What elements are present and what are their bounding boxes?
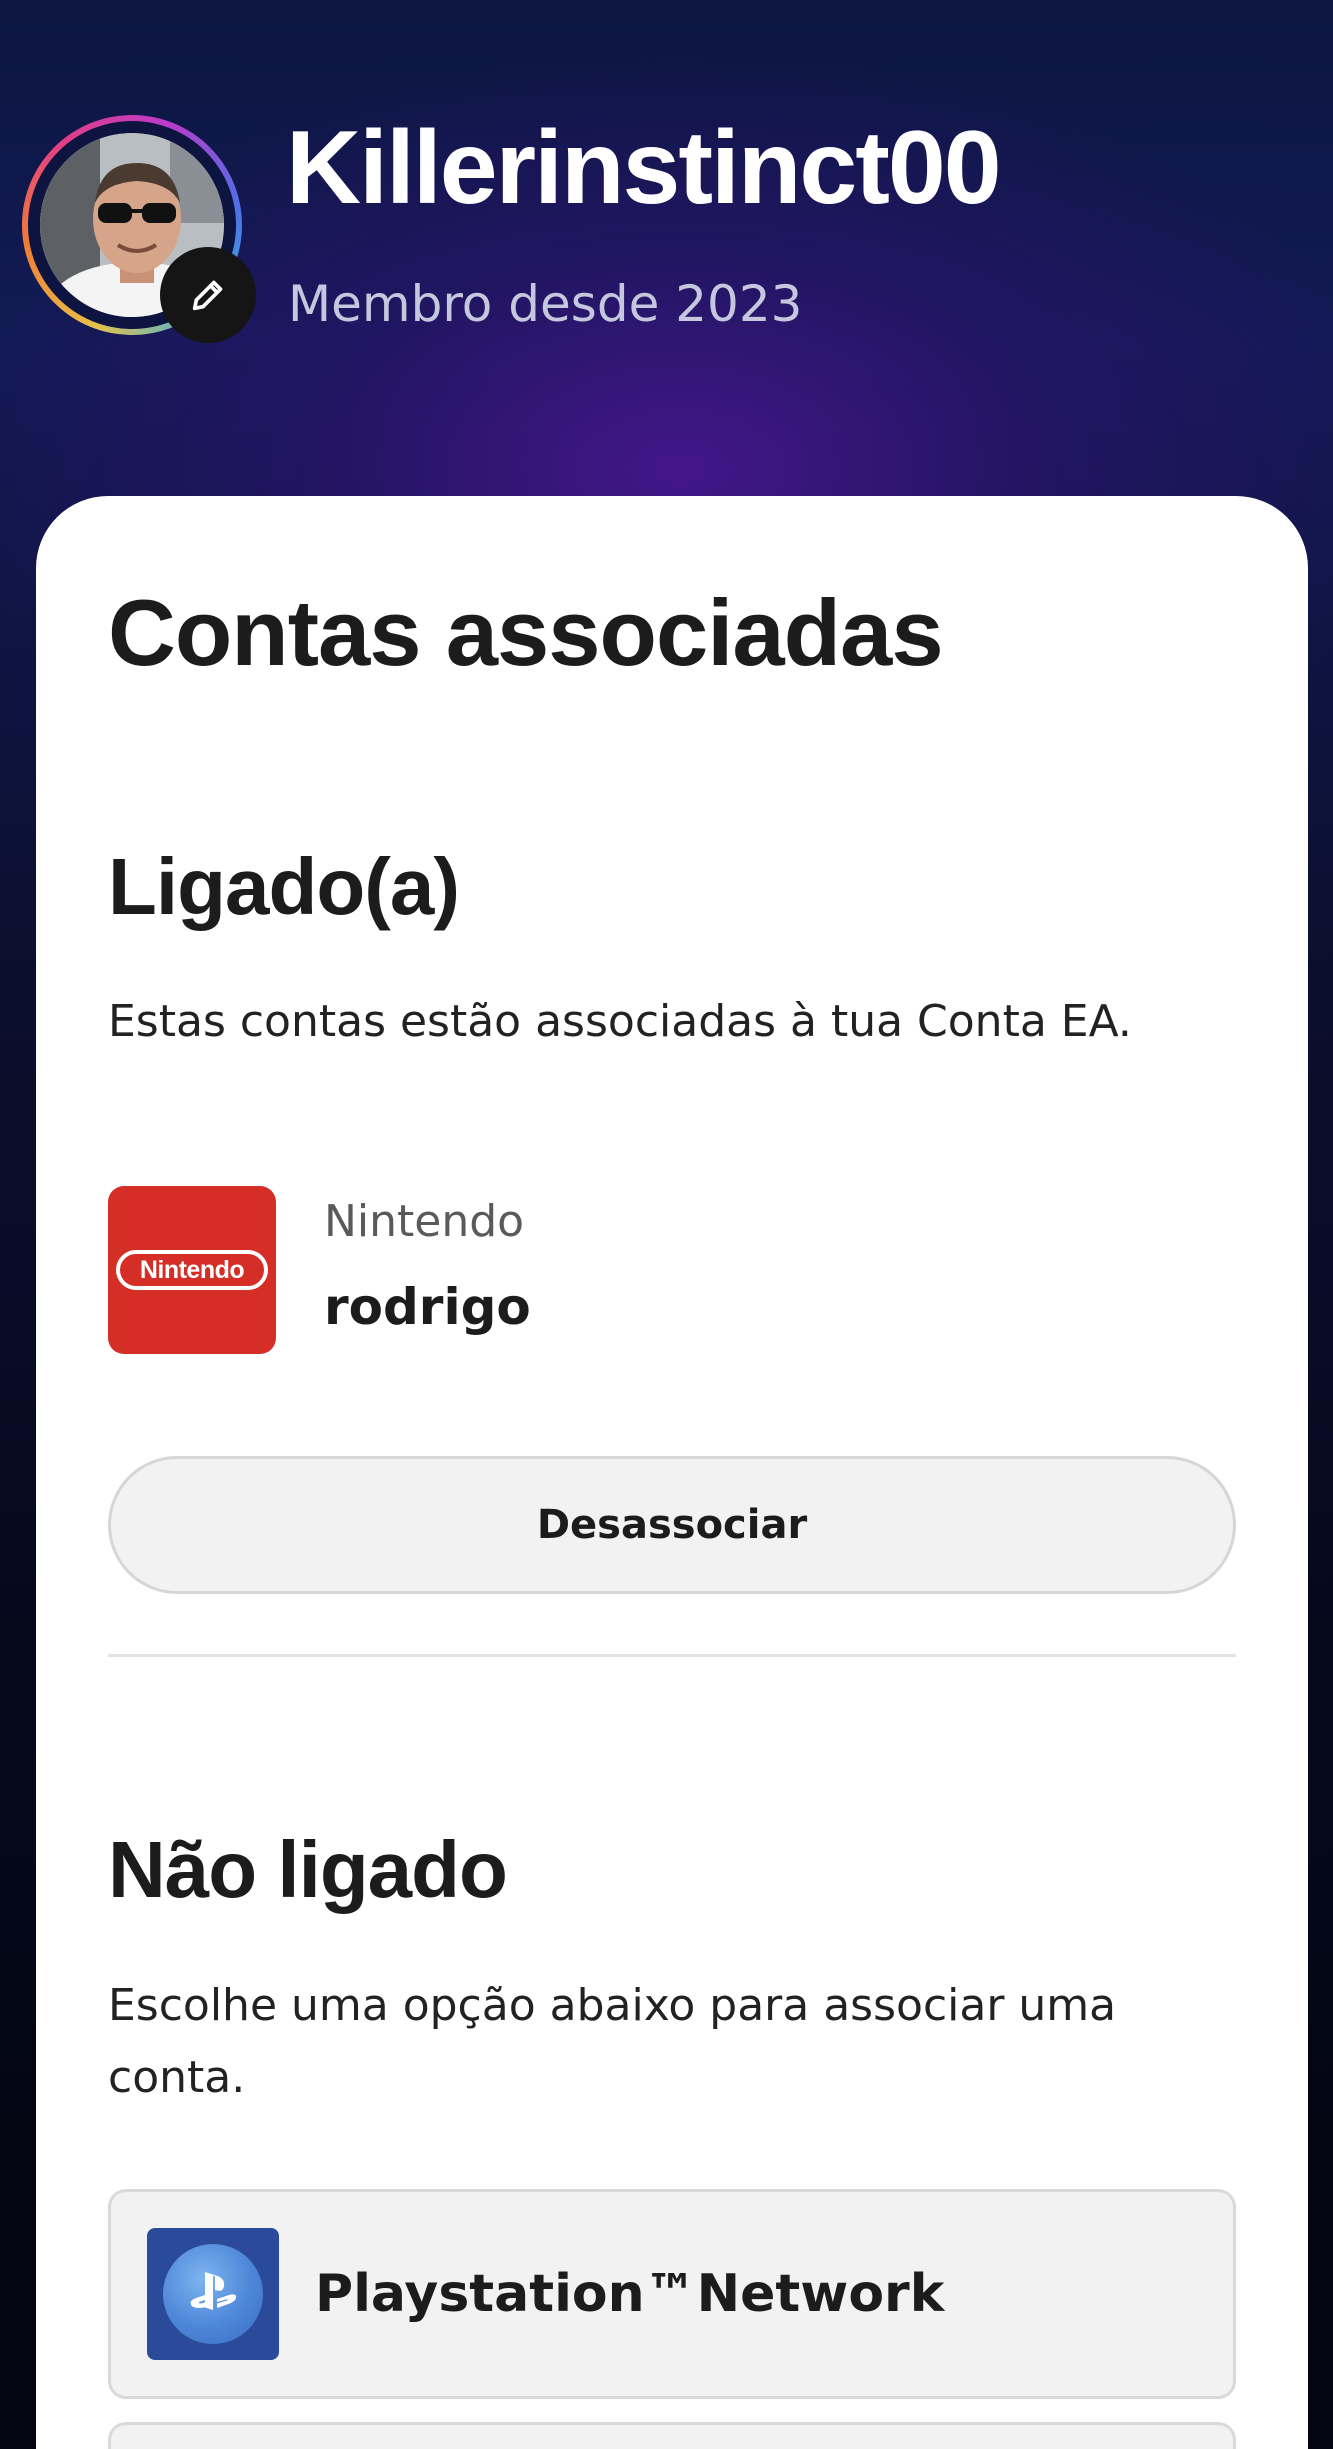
page-title: Contas associadas [108, 580, 944, 685]
link-option-label: Playstation™Network [315, 2264, 945, 2324]
connected-heading: Ligado(a) [108, 842, 460, 931]
section-divider [108, 1654, 1236, 1657]
profile-header: Killerinstinct00 Membro desde 2023 [0, 0, 1333, 500]
unlink-button-label: Desassociar [536, 1502, 808, 1548]
username: Killerinstinct00 [286, 110, 1002, 226]
connected-description: Estas contas estão associadas à tua Cont… [108, 996, 1132, 1047]
linked-account-nintendo: Nintendo Nintendo rodrigo [108, 1186, 1236, 1356]
not-connected-description: Escolhe uma opção abaixo para associar u… [108, 1980, 1117, 2103]
platform-name: Nintendo [324, 1196, 525, 1247]
unlink-button[interactable]: Desassociar [108, 1456, 1236, 1594]
nintendo-logo-text: Nintendo [116, 1250, 268, 1290]
pencil-icon [192, 280, 223, 311]
member-since: Membro desde 2023 [288, 275, 803, 333]
link-option-next[interactable] [108, 2422, 1236, 2449]
not-connected-heading: Não ligado [108, 1825, 508, 1914]
playstation-logo [147, 2228, 279, 2360]
nintendo-logo: Nintendo [108, 1186, 276, 1354]
platform-username: rodrigo [324, 1278, 531, 1336]
linked-accounts-card: Contas associadas Ligado(a) Estas contas… [36, 496, 1308, 2449]
playstation-icon [190, 2272, 237, 2310]
link-option-playstation[interactable]: Playstation™Network [108, 2189, 1236, 2399]
edit-avatar-button[interactable] [160, 247, 256, 343]
